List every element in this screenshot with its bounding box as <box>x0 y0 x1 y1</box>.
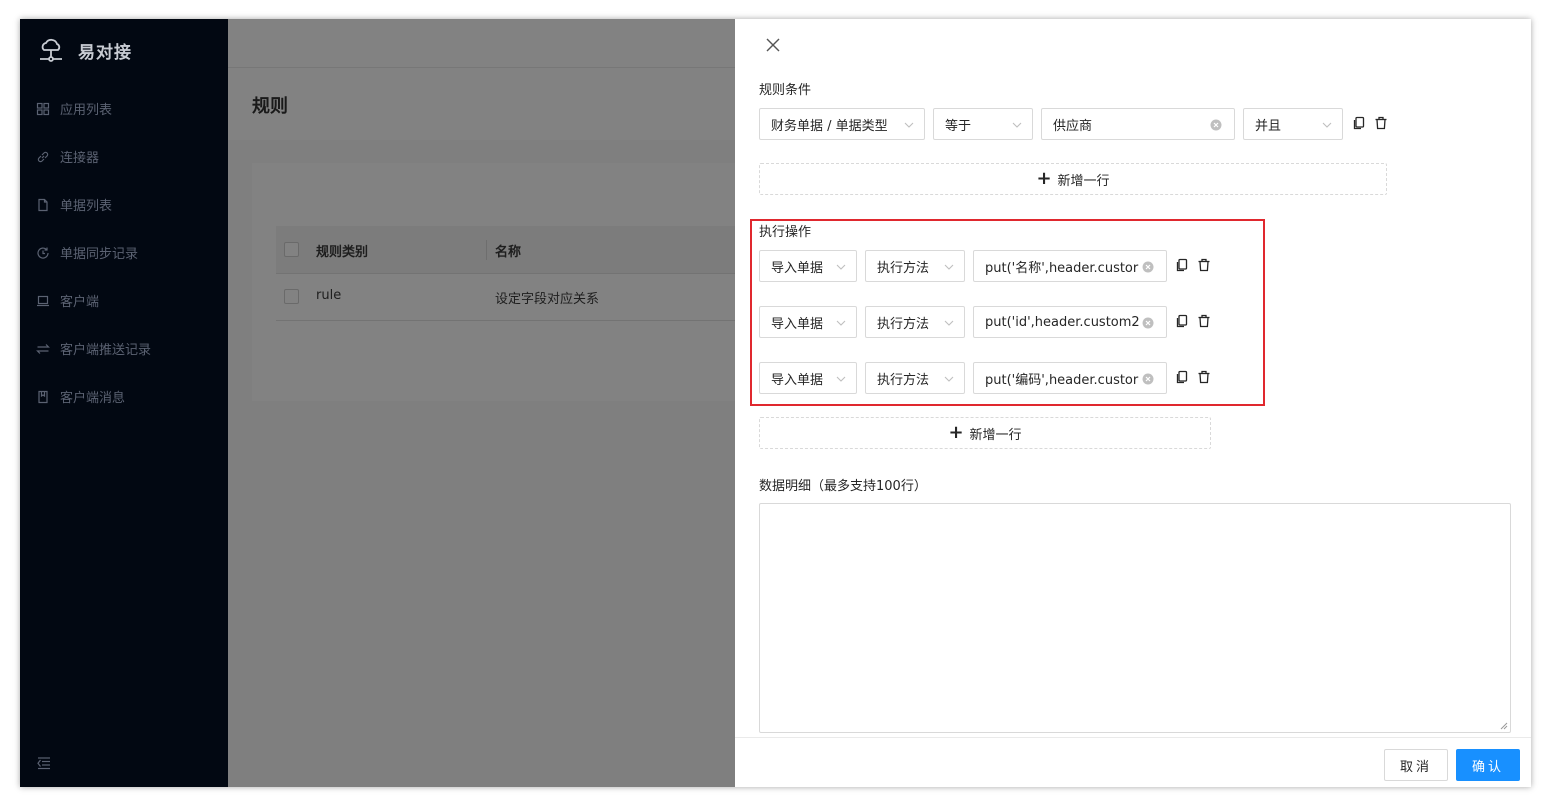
rule-edit-drawer: 规则条件 财务单据 / 单据类型 等于 供应商 并且 + 新增一行 执行操作 导… <box>735 19 1531 787</box>
plus-icon: + <box>1036 168 1052 189</box>
details-label: 数据明细（最多支持100行） <box>759 479 927 494</box>
confirm-button[interactable]: 确认 <box>1456 749 1520 781</box>
row-category: rule <box>316 288 342 303</box>
menu-collapse-icon[interactable] <box>36 755 52 771</box>
column-header-name[interactable]: 名称 <box>495 241 521 260</box>
add-row-label: 新增一行 <box>969 427 1022 443</box>
plus-icon: + <box>948 422 964 443</box>
sidebar-item-label: 客户端 <box>60 295 100 310</box>
table-row[interactable]: rule 设定字段对应关系 <box>276 274 735 321</box>
delete-icon[interactable] <box>1374 116 1388 130</box>
file-icon <box>38 198 48 211</box>
sidebar-item-apps[interactable]: 应用列表 <box>36 99 112 118</box>
sidebar-item-client-messages[interactable]: 客户端消息 <box>36 387 125 406</box>
actions-highlight-box <box>750 219 1265 406</box>
link-icon <box>37 151 49 162</box>
sidebar-item-label: 连接器 <box>60 151 100 166</box>
main-content: 规则 规则类别 名称 rule 设定字段对应关系 <box>228 19 735 787</box>
app-window: 易对接 应用列表 连接器 单据列表 单据同步记录 客户端 客户端推送记录 客户端… <box>20 19 1531 787</box>
close-icon[interactable] <box>763 35 783 55</box>
condition-logic-value: 并且 <box>1255 118 1282 134</box>
sidebar-item-client-push-records[interactable]: 客户端推送记录 <box>36 339 151 358</box>
select-all-checkbox[interactable] <box>284 242 299 257</box>
history-icon <box>37 246 49 259</box>
sidebar-item-label: 客户端消息 <box>60 391 126 406</box>
page-header: 规则 <box>228 68 735 140</box>
condition-value-text: 供应商 <box>1053 118 1093 134</box>
add-row-label: 新增一行 <box>1057 173 1110 189</box>
sidebar-item-label: 应用列表 <box>60 103 113 118</box>
column-header-category[interactable]: 规则类别 <box>316 241 368 260</box>
details-textarea[interactable] <box>759 503 1511 733</box>
resize-handle-icon[interactable] <box>1500 722 1508 730</box>
brand-name: 易对接 <box>78 42 132 63</box>
column-separator <box>486 240 487 260</box>
grid-icon <box>36 102 50 115</box>
row-name: 设定字段对应关系 <box>495 292 600 307</box>
sidebar-item-sync-records[interactable]: 单据同步记录 <box>36 243 138 262</box>
cancel-button[interactable]: 取消 <box>1384 749 1448 781</box>
chevron-down-icon <box>904 122 914 128</box>
rules-table-card: 规则类别 名称 rule 设定字段对应关系 <box>252 163 735 401</box>
sidebar: 易对接 应用列表 连接器 单据列表 单据同步记录 客户端 客户端推送记录 客户端… <box>20 19 228 787</box>
condition-operator-value: 等于 <box>945 118 972 134</box>
chevron-down-icon <box>1012 122 1022 128</box>
copy-icon[interactable] <box>1352 116 1366 130</box>
table-header: 规则类别 名称 <box>276 226 735 274</box>
condition-operator-select[interactable]: 等于 <box>933 108 1033 140</box>
row-checkbox[interactable] <box>284 289 299 304</box>
swap-icon <box>36 343 50 354</box>
sidebar-item-label: 客户端推送记录 <box>60 343 152 358</box>
condition-field-select[interactable]: 财务单据 / 单据类型 <box>759 108 925 140</box>
top-header <box>228 19 735 68</box>
add-action-row-button[interactable]: + 新增一行 <box>759 417 1211 449</box>
sidebar-item-documents[interactable]: 单据列表 <box>36 195 112 214</box>
sidebar-item-label: 单据同步记录 <box>60 247 139 262</box>
clear-icon[interactable] <box>1210 119 1222 131</box>
page-title: 规则 <box>252 96 288 117</box>
condition-value-input[interactable]: 供应商 <box>1041 108 1235 140</box>
cloud-logo-icon <box>40 38 62 62</box>
sidebar-item-connectors[interactable]: 连接器 <box>36 147 99 166</box>
condition-field-value: 财务单据 / 单据类型 <box>771 118 888 134</box>
drawer-footer: 取消 确认 <box>735 737 1531 787</box>
sidebar-item-clients[interactable]: 客户端 <box>36 291 99 310</box>
add-condition-row-button[interactable]: + 新增一行 <box>759 163 1387 195</box>
laptop-icon <box>37 295 49 306</box>
conditions-label: 规则条件 <box>759 83 812 98</box>
chevron-down-icon <box>1322 122 1332 128</box>
condition-logic-select[interactable]: 并且 <box>1243 108 1343 140</box>
brand[interactable]: 易对接 <box>38 37 132 63</box>
book-icon <box>38 390 48 403</box>
sidebar-item-label: 单据列表 <box>60 199 113 214</box>
